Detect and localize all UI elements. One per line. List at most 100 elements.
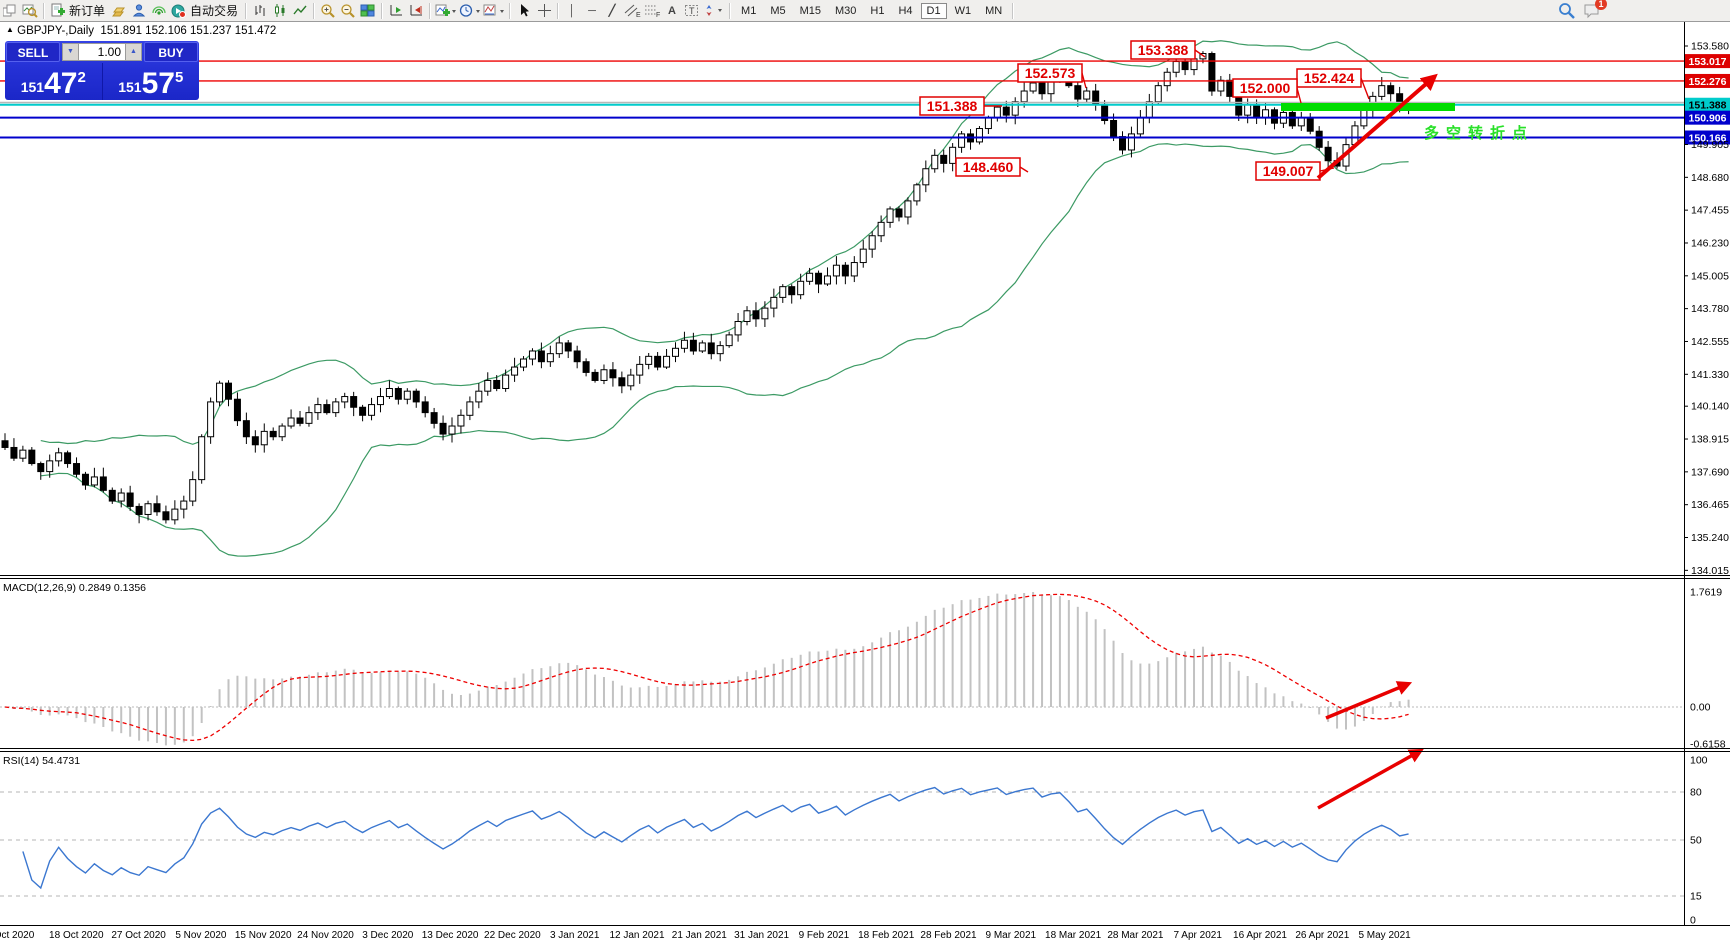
buy-price-base: 151 <box>118 79 141 95</box>
timeframe-m15[interactable]: M15 <box>794 3 827 19</box>
period-clock-icon[interactable] <box>459 2 481 20</box>
symbol-period-label: GBPJPY-,Daily <box>17 25 94 37</box>
toolbar-separator <box>313 3 315 19</box>
chart-preview-icon[interactable] <box>21 2 39 20</box>
new-order-icon[interactable] <box>49 2 67 20</box>
callout-151.388[interactable]: 151.388 <box>920 97 1002 115</box>
timeframe-m1[interactable]: M1 <box>735 3 762 19</box>
callout-152.424[interactable]: 152.424 <box>1297 69 1369 99</box>
svg-text:147.455: 147.455 <box>1691 205 1729 217</box>
arrows-tool-icon[interactable] <box>703 2 725 20</box>
text-tool-icon[interactable]: A <box>663 2 681 20</box>
tile-windows-icon[interactable] <box>359 2 377 20</box>
autotrading-label[interactable]: 自动交易 <box>190 2 238 19</box>
date-label: 9 Mar 2021 <box>986 930 1037 941</box>
callout-149.007[interactable]: 149.007 <box>1256 162 1334 180</box>
channel-tool-icon[interactable]: E <box>623 2 641 20</box>
gold-bars-icon[interactable] <box>110 2 128 20</box>
chart-canvas[interactable]: 多空转折点153.388152.573152.424152.000151.388… <box>0 0 1730 945</box>
toolbar-separator <box>43 3 45 19</box>
svg-text:100: 100 <box>1690 755 1708 767</box>
window-restore-icon[interactable] <box>1 2 19 20</box>
callout-153.388[interactable]: 153.388 <box>1131 41 1205 59</box>
one-click-trading-panel: SELL ▼ 1.00 ▲ BUY 151472 151575 <box>5 41 199 100</box>
trader-icon[interactable] <box>130 2 148 20</box>
macd-signal-line <box>5 594 1409 740</box>
vertical-line-tool-icon[interactable]: │ <box>563 2 581 20</box>
green-support-zone[interactable] <box>1281 103 1455 111</box>
line-chart-type-icon[interactable] <box>291 2 309 20</box>
svg-text:151.388: 151.388 <box>927 98 978 114</box>
collapse-icon[interactable]: ▲ <box>6 25 14 34</box>
search-icon[interactable] <box>1558 2 1576 20</box>
notification-badge: 1 <box>1595 0 1607 10</box>
timeframe-w1[interactable]: W1 <box>949 3 978 19</box>
svg-text:148.460: 148.460 <box>963 159 1014 175</box>
svg-text:0: 0 <box>1690 915 1696 927</box>
svg-text:50: 50 <box>1690 835 1702 847</box>
new-order-label[interactable]: 新订单 <box>69 2 105 19</box>
timeframe-h1[interactable]: H1 <box>864 3 890 19</box>
svg-text:80: 80 <box>1690 787 1702 799</box>
callout-148.460[interactable]: 148.460 <box>956 158 1028 176</box>
date-label: 18 Oct 2020 <box>49 930 104 941</box>
signal-icon[interactable] <box>150 2 168 20</box>
trendline-tool-icon[interactable]: ╱ <box>603 2 621 20</box>
svg-text:146.230: 146.230 <box>1691 237 1729 249</box>
zoom-in-icon[interactable] <box>319 2 337 20</box>
date-label: 15 Nov 2020 <box>235 930 292 941</box>
svg-text:F: F <box>656 12 660 18</box>
volume-input[interactable]: 1.00 <box>79 43 125 61</box>
template-icon[interactable] <box>483 2 505 20</box>
toolbar-separator <box>429 3 431 19</box>
auto-scroll-icon[interactable] <box>387 2 405 20</box>
date-label: 5 Nov 2020 <box>175 930 227 941</box>
date-label: 24 Nov 2020 <box>297 930 354 941</box>
buy-button[interactable]: BUY <box>144 42 198 62</box>
cursor-icon[interactable] <box>515 2 533 20</box>
buy-price-big: 57 <box>142 70 175 98</box>
chart-shift-icon[interactable] <box>407 2 425 20</box>
text-label-tool-icon[interactable]: T <box>683 2 701 20</box>
buy-price[interactable]: 151575 <box>103 63 200 100</box>
svg-text:140.140: 140.140 <box>1691 401 1729 413</box>
sell-price-sup: 2 <box>77 69 85 86</box>
sell-button[interactable]: SELL <box>6 42 60 62</box>
svg-text:145.005: 145.005 <box>1691 270 1729 282</box>
toolbar-separator <box>1012 3 1014 19</box>
zoom-out-icon[interactable] <box>339 2 357 20</box>
horizontal-line-tool-icon[interactable]: ─ <box>583 2 601 20</box>
rsi-label: RSI(14) 54.4731 <box>3 755 80 767</box>
sell-price[interactable]: 151472 <box>5 63 103 100</box>
add-indicator-icon[interactable] <box>435 2 457 20</box>
date-label: 27 Oct 2020 <box>111 930 166 941</box>
chat-icon[interactable]: 1 <box>1583 2 1601 20</box>
autotrading-icon[interactable] <box>170 2 188 20</box>
callout-152.000[interactable]: 152.000 <box>1233 79 1301 103</box>
date-label: 18 Feb 2021 <box>858 930 915 941</box>
timeframe-m5[interactable]: M5 <box>764 3 791 19</box>
candlestick-chart-type-icon[interactable] <box>271 2 289 20</box>
turning-point-annotation[interactable]: 多空转折点 <box>1424 124 1534 142</box>
svg-text:153.580: 153.580 <box>1691 41 1729 53</box>
bar-chart-type-icon[interactable] <box>251 2 269 20</box>
timeframe-m30[interactable]: M30 <box>829 3 862 19</box>
svg-text:143.780: 143.780 <box>1691 303 1729 315</box>
volume-up-button[interactable]: ▲ <box>125 43 142 61</box>
fibonacci-tool-icon[interactable]: F <box>643 2 661 20</box>
trend-arrow-1[interactable] <box>1318 77 1434 178</box>
timeframe-h4[interactable]: H4 <box>892 3 918 19</box>
timeframe-mn[interactable]: MN <box>979 3 1008 19</box>
crosshair-icon[interactable] <box>535 2 553 20</box>
volume-down-button[interactable]: ▼ <box>62 43 79 61</box>
toolbar-separator <box>557 3 559 19</box>
toolbar: 新订单 自动交易 │ ─ ╱ E F A T M1 M5 M1 <box>0 0 1730 22</box>
toolbar-separator <box>509 3 511 19</box>
timeframe-d1[interactable]: D1 <box>921 3 947 19</box>
trend-arrow-3[interactable] <box>1318 751 1420 808</box>
trend-arrow-2[interactable] <box>1326 684 1408 718</box>
quote-bar: ▲ GBPJPY-,Daily 151.891 152.106 151.237 … <box>6 25 276 37</box>
svg-text:141.330: 141.330 <box>1691 369 1729 381</box>
svg-text:153.388: 153.388 <box>1138 42 1189 58</box>
date-label: 18 Mar 2021 <box>1045 930 1102 941</box>
